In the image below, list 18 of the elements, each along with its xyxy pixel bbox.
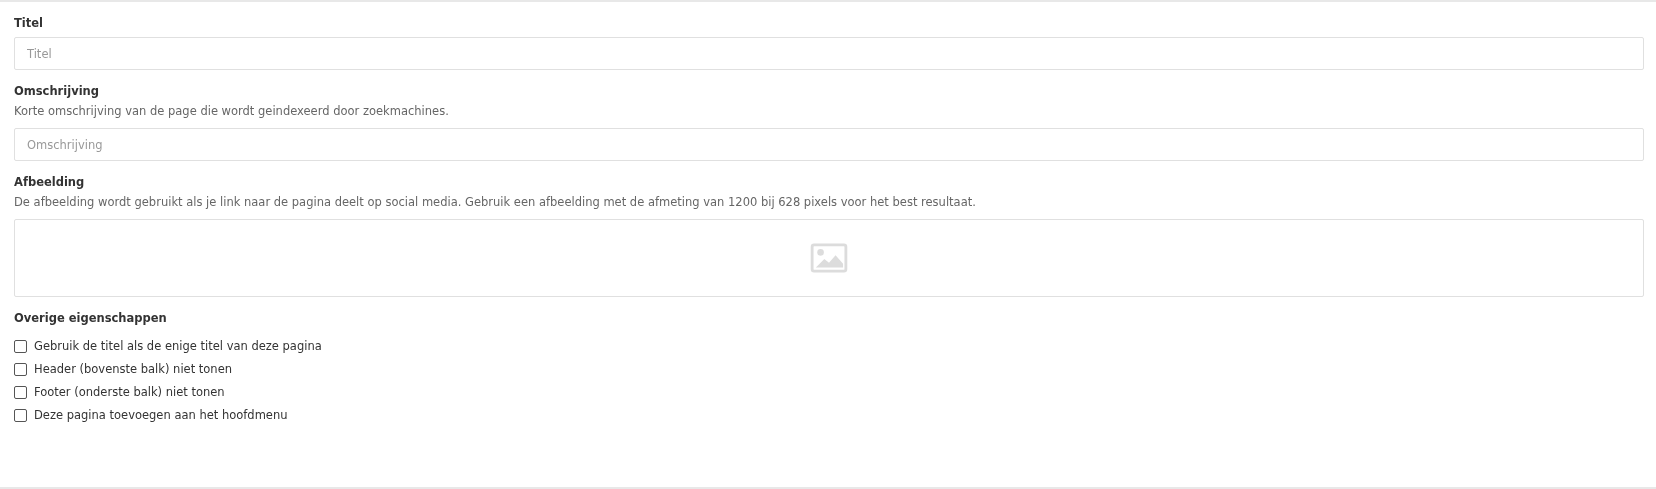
checkbox-label[interactable]: Gebruik de titel als de enige titel van deze pagina xyxy=(34,339,322,353)
text-input[interactable]: Titel xyxy=(14,37,1644,70)
field-label: Titel xyxy=(14,16,45,30)
checkbox-label[interactable]: Header (bovenste balk) niet tonen xyxy=(34,362,232,376)
checkbox[interactable] xyxy=(14,362,27,376)
checkbox-label[interactable]: Footer (onderste balk) niet tonen xyxy=(34,385,225,399)
field-label: Afbeelding xyxy=(14,175,86,189)
checkbox[interactable] xyxy=(14,339,27,353)
text-input[interactable]: Omschrijving xyxy=(14,128,1644,161)
checkbox-label[interactable]: Deze pagina toevoegen aan het hoofdmenu xyxy=(34,408,288,422)
section-label: Overige eigenschappen xyxy=(14,311,168,325)
checkbox[interactable] xyxy=(14,385,27,399)
checkbox[interactable] xyxy=(14,408,27,422)
help-text: De afbeelding wordt gebruikt als je link naar de pagina deelt op social media. Gebruik een afbeelding met de afmeting van 1200 bij 628 pixels voor het best resultaat. xyxy=(14,195,977,209)
image-icon xyxy=(810,243,848,273)
image-upload-field[interactable] xyxy=(14,219,1644,297)
help-text: Korte omschrijving van de page die wordt geindexeerd door zoekmachines. xyxy=(14,104,450,118)
field-label: Omschrijving xyxy=(14,84,101,98)
